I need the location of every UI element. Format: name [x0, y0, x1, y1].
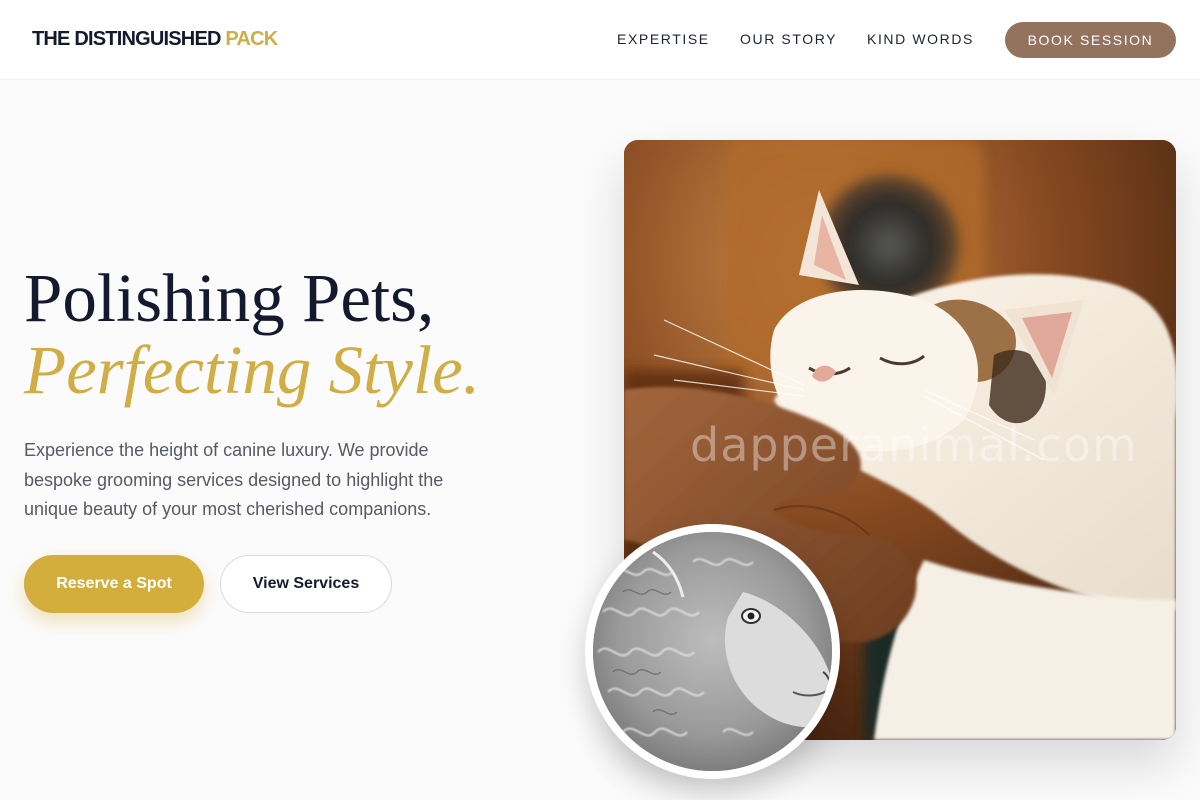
hero-sheep-photo — [585, 524, 840, 779]
reserve-spot-button[interactable]: Reserve a Spot — [24, 555, 204, 613]
site-logo[interactable]: THE DISTINGUISHED PACK — [32, 28, 278, 51]
nav-link-expertise[interactable]: EXPERTISE — [617, 31, 710, 47]
nav-link-kind-words[interactable]: KIND WORDS — [867, 31, 974, 47]
site-header: THE DISTINGUISHED PACK EXPERTISE OUR STO… — [0, 0, 1200, 80]
book-session-button[interactable]: BOOK SESSION — [1005, 22, 1176, 58]
nav-link-our-story[interactable]: OUR STORY — [740, 31, 837, 47]
hero-title-line1: Polishing Pets, — [24, 260, 435, 336]
logo-main-text: THE DISTINGUISHED — [32, 28, 221, 50]
sheep-photo-illustration — [593, 532, 832, 771]
logo-accent-text: PACK — [225, 28, 278, 50]
hero-description: Experience the height of canine luxury. … — [24, 440, 444, 519]
photo-watermark: dapperanimal.com — [690, 418, 1138, 472]
hero-title-line2: Perfecting Style. — [24, 332, 480, 408]
view-services-button[interactable]: View Services — [220, 555, 392, 613]
hero-title: Polishing Pets, Perfecting Style. — [24, 262, 480, 406]
